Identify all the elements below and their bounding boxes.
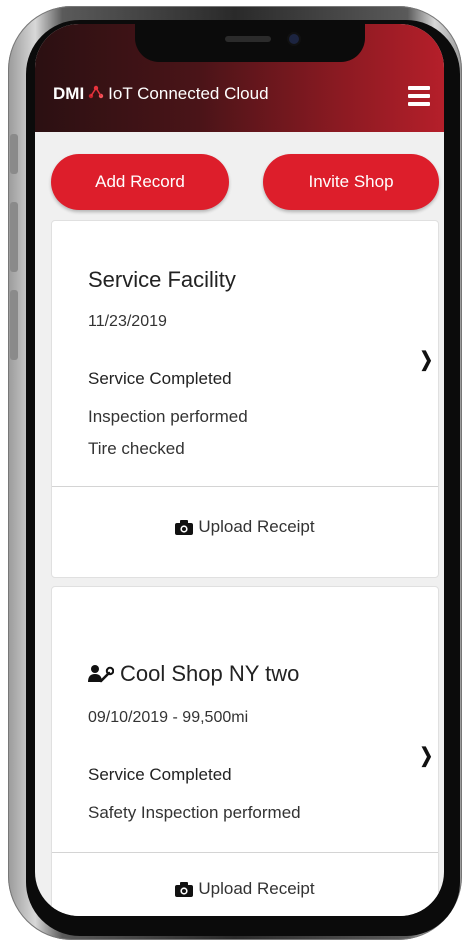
brand-title: IoT Connected Cloud — [108, 84, 269, 103]
record-title: Cool Shop NY two — [120, 661, 300, 686]
upload-receipt-label: Upload Receipt — [198, 517, 315, 536]
invite-shop-button[interactable]: Invite Shop — [263, 154, 439, 210]
camera-icon — [175, 881, 194, 897]
upload-receipt-button[interactable]: Upload Receipt — [52, 517, 438, 537]
camera-icon — [175, 519, 194, 535]
brand-mark-icon — [88, 85, 104, 103]
record-title: Service Facility — [88, 267, 236, 292]
record-title-row: Cool Shop NY two — [88, 661, 299, 687]
add-record-button[interactable]: Add Record — [51, 154, 229, 210]
front-camera — [289, 34, 299, 44]
app-screen: DMI IoT Connected Cloud Add Record Invit… — [35, 24, 444, 916]
record-date: 11/23/2019 — [88, 313, 167, 330]
record-note: Safety Inspection performed — [88, 803, 301, 822]
card-divider — [52, 486, 438, 487]
record-status: Service Completed — [88, 765, 232, 784]
chevron-right-icon[interactable]: ❯ — [420, 347, 433, 372]
phone-side-button — [10, 202, 18, 272]
record-note: Tire checked — [88, 439, 185, 458]
record-card[interactable]: Cool Shop NY two 09/10/2019 - 99,500mi S… — [51, 586, 439, 916]
brand-logo[interactable]: DMI IoT Connected Cloud — [53, 84, 269, 104]
brand-prefix: DMI — [53, 84, 85, 103]
phone-side-button — [10, 134, 18, 174]
phone-notch — [135, 24, 365, 62]
record-status: Service Completed — [88, 369, 232, 388]
record-card[interactable]: Service Facility 11/23/2019 Service Comp… — [51, 220, 439, 578]
chevron-right-icon[interactable]: ❯ — [420, 743, 433, 768]
card-divider — [52, 852, 438, 853]
upload-receipt-label: Upload Receipt — [198, 879, 315, 898]
phone-side-button — [10, 290, 18, 360]
record-date: 09/10/2019 - 99,500mi — [88, 709, 249, 726]
upload-receipt-button[interactable]: Upload Receipt — [52, 879, 438, 899]
user-wrench-icon — [88, 664, 114, 684]
record-note: Inspection performed — [88, 407, 248, 426]
speaker-grille — [225, 36, 271, 42]
menu-icon[interactable] — [408, 86, 430, 106]
